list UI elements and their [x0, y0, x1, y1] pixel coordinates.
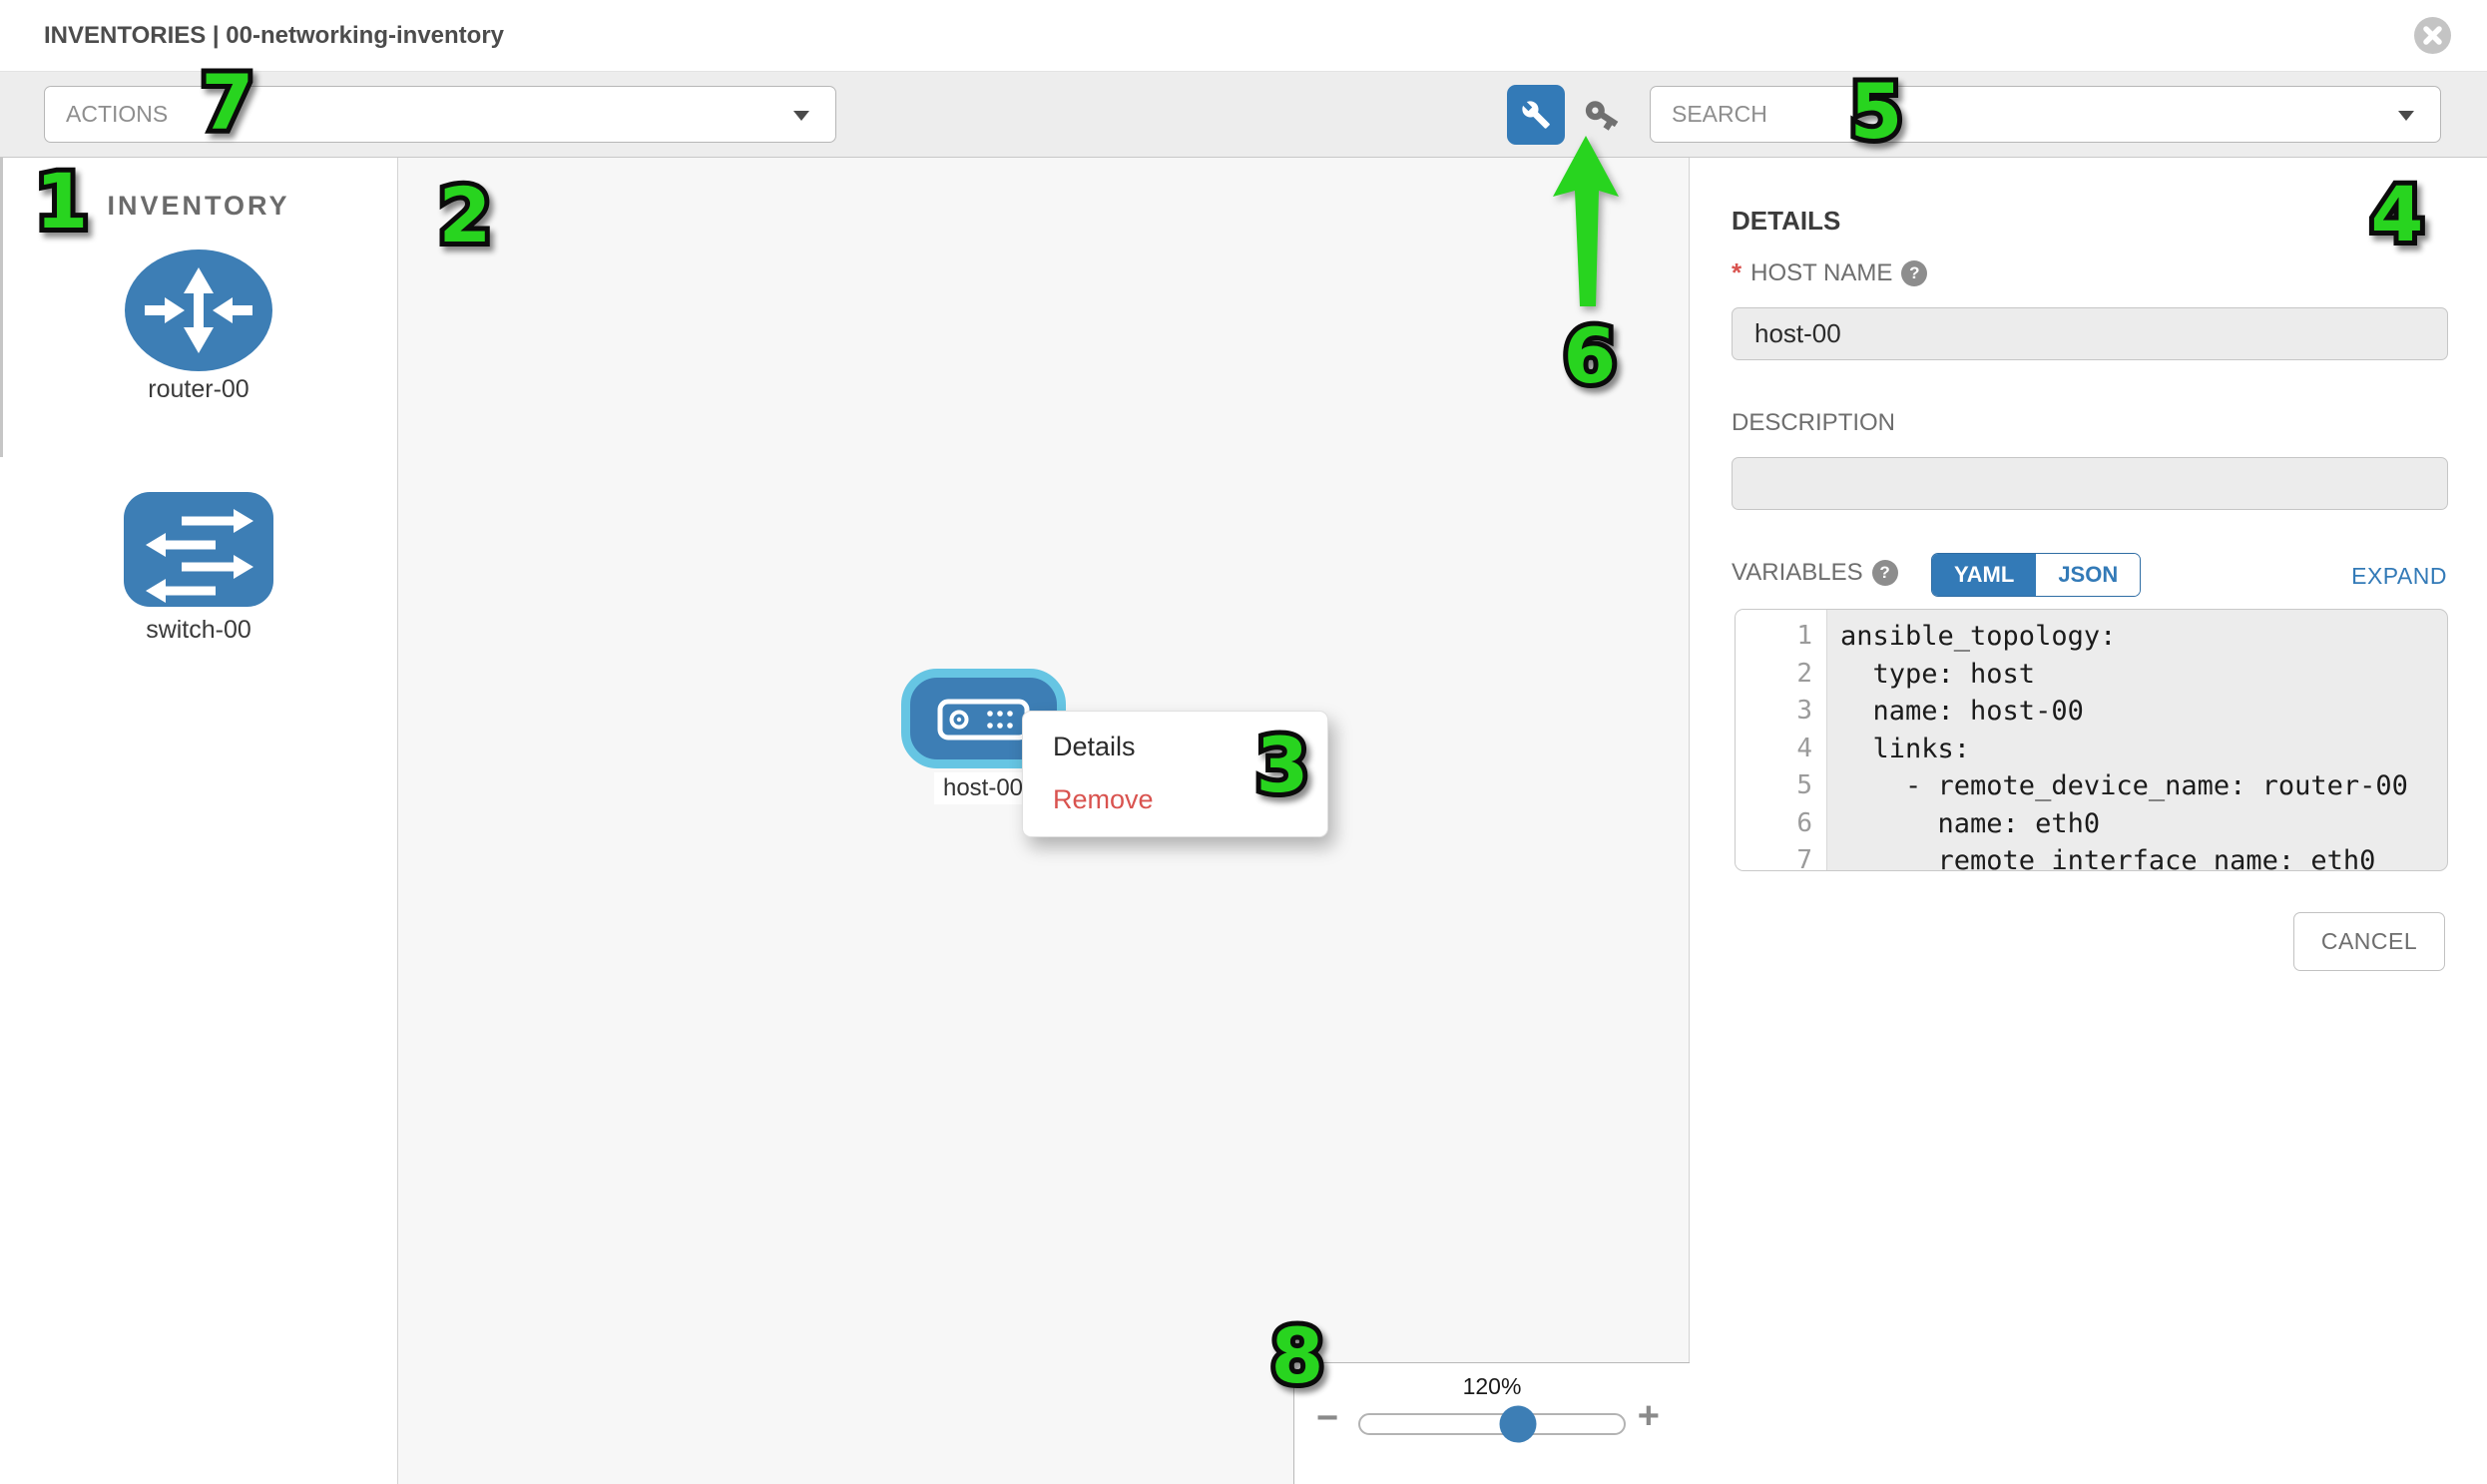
editor-code-line: name: host-00 — [1840, 693, 2447, 731]
inventory-sidebar: INVENTORY router-00 — [0, 158, 398, 1484]
editor-code-line: - remote_device_name: router-00 — [1840, 767, 2447, 805]
variables-label: VARIABLES — [1732, 559, 1863, 587]
zoom-control: 120% − + — [1293, 1362, 1690, 1484]
editor-line-number: 5 — [1736, 767, 1826, 805]
editor-code[interactable]: ansible_topology: type: host name: host-… — [1828, 610, 2447, 870]
editor-line-number: 3 — [1736, 693, 1826, 731]
header: INVENTORIES | 00-networking-inventory — [0, 0, 2487, 72]
editor-gutter: 1234567 — [1736, 610, 1827, 870]
topology-canvas[interactable]: host-00 Details Remove 120% − + — [398, 158, 1690, 1484]
details-panel: DETAILS * HOST NAME ? DESCRIPTION VARIAB… — [1690, 158, 2487, 1484]
key-button[interactable] — [1583, 96, 1623, 136]
description-label: DESCRIPTION — [1732, 409, 1895, 437]
zoom-in-button[interactable]: + — [1638, 1397, 1660, 1435]
description-label-row: DESCRIPTION — [1732, 409, 1895, 437]
actions-dropdown-label: ACTIONS — [66, 87, 168, 142]
description-input[interactable] — [1732, 457, 2448, 510]
toggle-yaml-button[interactable]: YAML — [1932, 554, 2036, 596]
node-context-menu: Details Remove — [1022, 711, 1328, 837]
sidebar-item-router-00[interactable]: router-00 — [125, 249, 272, 376]
help-icon[interactable]: ? — [1872, 560, 1898, 586]
inventory-topology-app: INVENTORIES | 00-networking-inventory AC… — [0, 0, 2487, 1484]
expand-link[interactable]: EXPAND — [2351, 563, 2447, 590]
zoom-percent-label: 120% — [1294, 1373, 1690, 1400]
help-icon[interactable]: ? — [1901, 260, 1927, 286]
router-icon — [125, 358, 272, 375]
editor-code-line: type: host — [1840, 656, 2447, 694]
chevron-down-icon — [2398, 111, 2414, 121]
zoom-out-button[interactable]: − — [1316, 1399, 1338, 1437]
variables-label-row: VARIABLES ? — [1732, 559, 1898, 587]
close-button[interactable] — [2414, 17, 2451, 54]
search-dropdown-label: SEARCH — [1672, 87, 1767, 142]
sidebar-item-label: router-00 — [125, 375, 272, 404]
search-dropdown[interactable]: SEARCH — [1650, 86, 2441, 143]
actions-dropdown[interactable]: ACTIONS — [44, 86, 836, 143]
variables-format-toggle: YAML JSON — [1931, 553, 2141, 597]
sidebar-item-label: switch-00 — [124, 616, 273, 645]
toggle-json-button[interactable]: JSON — [2036, 554, 2140, 596]
editor-code-line: remote_interface_name: eth0 — [1840, 842, 2447, 871]
cancel-button[interactable]: CANCEL — [2293, 912, 2445, 971]
zoom-slider-track[interactable] — [1358, 1413, 1626, 1435]
editor-line-number: 2 — [1736, 656, 1826, 694]
chevron-down-icon — [793, 111, 809, 121]
host-node-label: host-00 — [934, 772, 1032, 804]
menu-item-remove[interactable]: Remove — [1023, 773, 1327, 826]
editor-line-number: 1 — [1736, 618, 1826, 656]
key-icon — [1583, 121, 1621, 138]
switch-icon — [124, 594, 273, 611]
editor-code-line: ansible_topology: — [1840, 618, 2447, 656]
editor-line-number: 6 — [1736, 805, 1826, 843]
zoom-slider-knob[interactable] — [1500, 1406, 1537, 1443]
variables-editor[interactable]: 1234567 ansible_topology: type: host nam… — [1735, 609, 2448, 871]
host-name-input[interactable] — [1732, 307, 2448, 360]
host-name-label: HOST NAME — [1750, 259, 1892, 287]
sidebar-item-switch-00[interactable]: switch-00 — [124, 492, 273, 612]
editor-line-number: 7 — [1736, 842, 1826, 871]
menu-item-details[interactable]: Details — [1023, 721, 1327, 773]
editor-code-line: name: eth0 — [1840, 805, 2447, 843]
page-title: INVENTORIES | 00-networking-inventory — [44, 0, 504, 72]
editor-code-line: links: — [1840, 731, 2447, 768]
details-panel-title: DETAILS — [1732, 206, 1840, 237]
editor-line-number: 4 — [1736, 731, 1826, 768]
required-marker: * — [1732, 257, 1741, 288]
toolbox-button[interactable] — [1507, 85, 1565, 145]
host-name-label-row: * HOST NAME ? — [1732, 257, 1927, 288]
sidebar-title: INVENTORY — [0, 191, 397, 222]
toolbar: ACTIONS SEARCH — [0, 72, 2487, 158]
